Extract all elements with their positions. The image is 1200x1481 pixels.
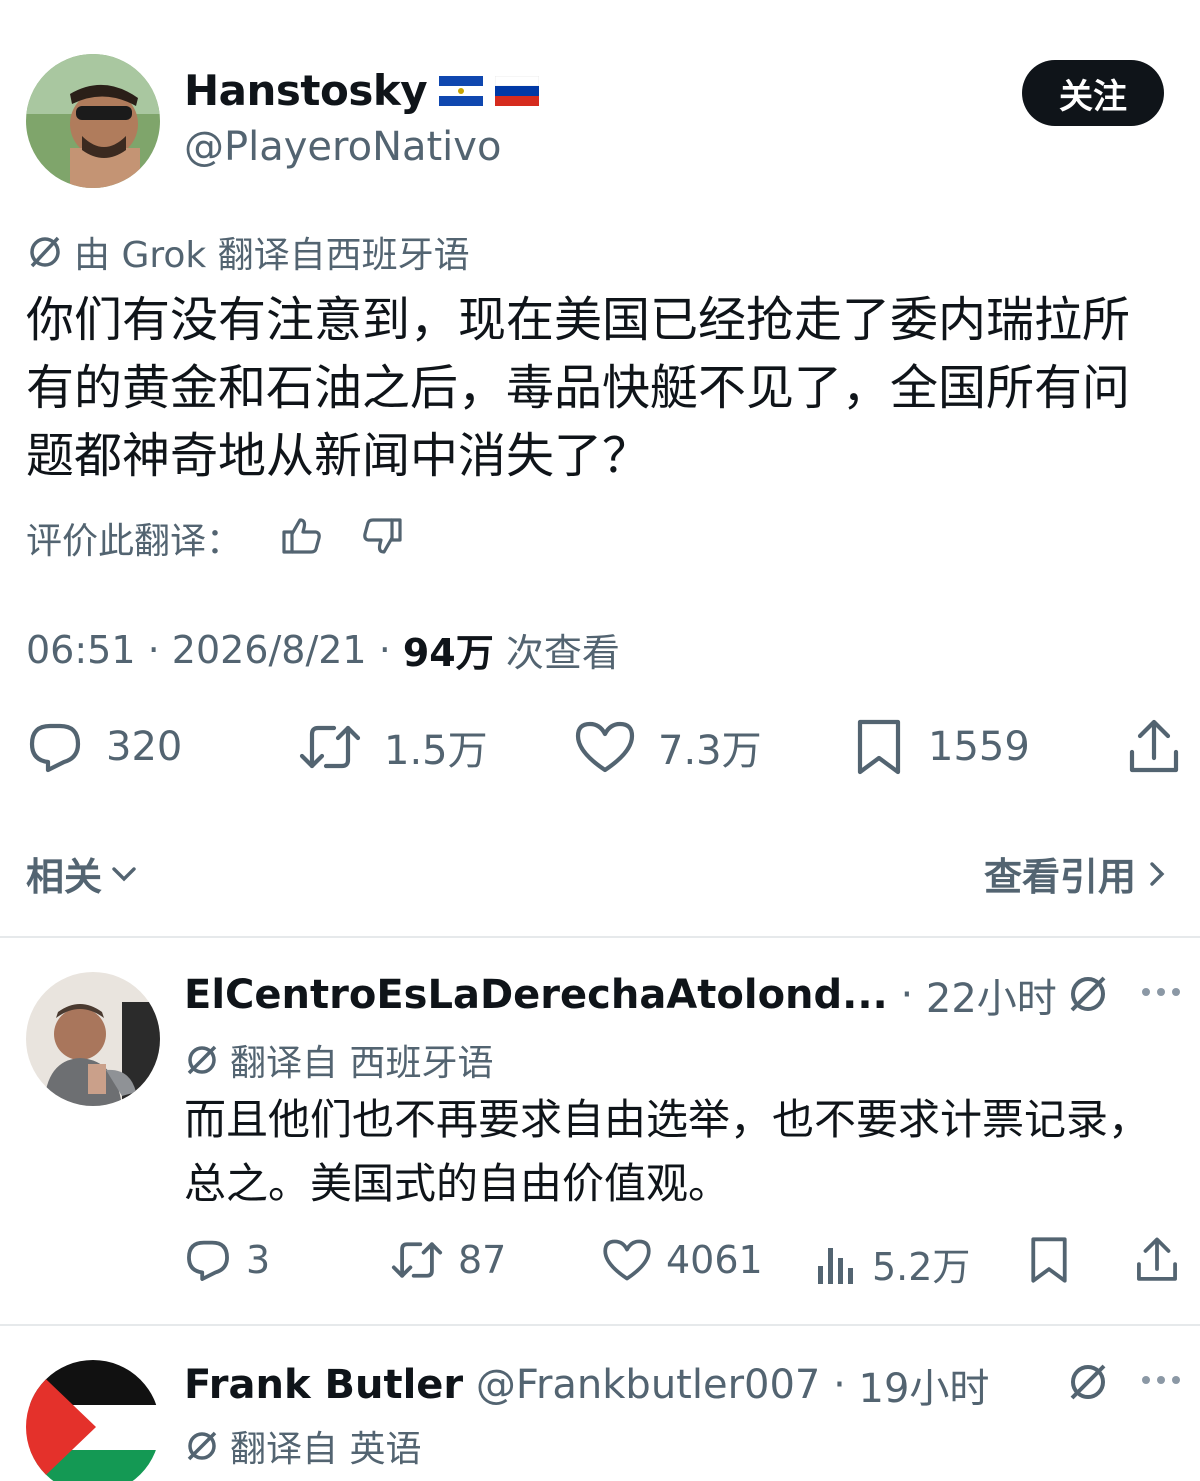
related-label: 相关	[26, 855, 103, 899]
grok-icon	[26, 233, 64, 271]
reply-author-name[interactable]: ElCentroEsLaDerechaAtolond...	[184, 972, 888, 1018]
reply-like-count: 4061	[666, 1238, 763, 1282]
views-label: 次查看	[505, 631, 620, 675]
share-icon[interactable]	[1134, 1236, 1180, 1284]
author-name[interactable]: Hanstosky	[184, 66, 428, 115]
reply-translation-note: 翻译自 西班牙语	[184, 1034, 493, 1086]
translation-note-text: 由 Grok 翻译自西班牙语	[74, 235, 470, 276]
reply-author-name[interactable]: Frank Butler	[184, 1362, 463, 1408]
tweet-meta: 06:51 · 2026/8/21 · 94万 次查看	[26, 622, 620, 677]
reply-reply-count: 3	[246, 1238, 271, 1282]
reply-reply-button[interactable]: 3	[184, 1236, 270, 1284]
bookmark-icon[interactable]	[1026, 1236, 1072, 1284]
translation-note: 由 Grok 翻译自西班牙语	[26, 226, 470, 278]
thumbs-down-icon[interactable]	[360, 514, 404, 558]
reply-time[interactable]: 22小时	[926, 966, 1057, 1024]
reply-time[interactable]: 19小时	[859, 1356, 990, 1414]
rate-translation: 评价此翻译：	[26, 512, 242, 564]
reply-translation-note: 翻译自 英语	[184, 1420, 421, 1472]
related-toggle[interactable]: 相关	[26, 846, 140, 901]
grok-icon[interactable]	[1066, 972, 1110, 1016]
reply-translation-note-text: 翻译自 英语	[230, 1429, 422, 1470]
grok-icon	[184, 1428, 220, 1464]
retweet-icon	[390, 1236, 444, 1284]
heart-icon	[574, 718, 636, 776]
bookmark-button[interactable]: 1559	[852, 718, 1030, 776]
view-quotes-label: 查看引用	[984, 855, 1137, 899]
chevron-right-icon	[1142, 858, 1172, 890]
follow-button[interactable]: 关注	[1022, 60, 1164, 126]
bookmark-icon	[852, 718, 906, 776]
reply-avatar[interactable]	[26, 1360, 160, 1481]
reply-count: 320	[106, 724, 183, 770]
more-icon[interactable]	[1140, 986, 1182, 998]
views-icon	[816, 1240, 858, 1288]
retweet-icon	[298, 718, 362, 776]
view-quotes-link[interactable]: 查看引用	[984, 846, 1172, 901]
flag-russia-icon	[495, 75, 540, 106]
tweet-date[interactable]: 2026/8/21	[172, 628, 367, 672]
tweet-time[interactable]: 06:51	[26, 628, 136, 672]
reply-translation-note-text: 翻译自 西班牙语	[230, 1043, 494, 1084]
reply-retweet-count: 87	[458, 1238, 507, 1282]
author-avatar[interactable]	[26, 54, 160, 188]
tweet-text: 你们有没有注意到，现在美国已经抢走了委内瑞拉所有的黄金和石油之后，毒品快艇不见了…	[26, 292, 1131, 484]
chevron-down-icon	[108, 858, 140, 890]
like-button[interactable]: 7.3万	[574, 718, 762, 776]
reply-icon	[184, 1236, 232, 1284]
bookmark-count: 1559	[928, 724, 1030, 770]
thumbs-up-icon[interactable]	[280, 514, 324, 558]
divider	[0, 1324, 1200, 1326]
reply-avatar[interactable]	[26, 972, 160, 1106]
more-icon[interactable]	[1140, 1374, 1182, 1386]
flag-el-salvador-icon	[439, 75, 484, 106]
views-count: 94万	[402, 631, 494, 675]
grok-icon[interactable]	[1066, 1360, 1110, 1404]
reply-icon	[26, 718, 84, 776]
reply-retweet-button[interactable]: 87	[390, 1236, 506, 1284]
retweet-button[interactable]: 1.5万	[298, 718, 488, 776]
reply-author-handle[interactable]: @Frankbutler007	[476, 1362, 821, 1408]
rate-translation-label: 评价此翻译：	[26, 521, 243, 562]
share-icon[interactable]	[1126, 718, 1182, 776]
reply-views-count: 5.2万	[872, 1245, 971, 1289]
reply-button[interactable]: 320	[26, 718, 182, 776]
reply-like-button[interactable]: 4061	[602, 1236, 763, 1284]
retweet-count: 1.5万	[384, 728, 488, 774]
author-handle[interactable]: @PlayeroNativo	[184, 124, 501, 170]
grok-icon	[184, 1042, 220, 1078]
like-count: 7.3万	[658, 728, 762, 774]
divider	[0, 936, 1200, 938]
heart-icon	[602, 1236, 652, 1284]
reply-text: 而且他们也不再要求自由选举，也不要求计票记录，总之。美国式的自由价值观。	[184, 1095, 1151, 1208]
reply-views-button[interactable]: 5.2万	[816, 1236, 970, 1291]
